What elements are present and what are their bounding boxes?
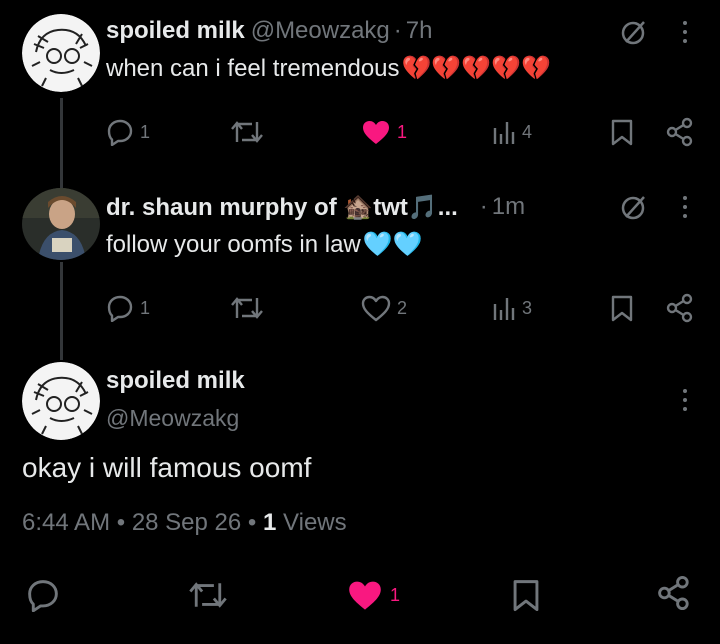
- avatar[interactable]: [22, 14, 100, 92]
- reply-icon: [28, 580, 58, 612]
- heart-icon: [361, 295, 391, 322]
- timestamp[interactable]: 7h: [406, 17, 433, 45]
- repost-icon: [231, 297, 263, 319]
- thread-line-2: [60, 262, 63, 360]
- more-icon[interactable]: [682, 196, 688, 218]
- bookmark-button[interactable]: [610, 117, 634, 147]
- bookmark-icon: [611, 119, 633, 146]
- share-icon: [666, 117, 693, 147]
- separator: ·: [393, 17, 402, 44]
- repost-button[interactable]: [230, 293, 264, 323]
- display-name[interactable]: spoiled milk: [106, 17, 245, 45]
- reply-count: 1: [140, 297, 151, 318]
- reply-count: 1: [140, 121, 151, 142]
- bullet: •: [247, 509, 257, 536]
- like-button[interactable]: 2: [361, 293, 407, 323]
- grok-icon[interactable]: [620, 18, 648, 51]
- display-name[interactable]: spoiled milk: [106, 367, 245, 395]
- reply-icon: [107, 295, 133, 322]
- post-text: okay i will famous oomf: [22, 452, 312, 483]
- views-count: 1: [263, 509, 277, 536]
- display-name[interactable]: dr. shaun murphy of 🏚️twt🎵...: [106, 193, 458, 222]
- bookmark-icon: [611, 295, 633, 322]
- user-handle[interactable]: @Meowzakg: [106, 405, 239, 432]
- post-text-body: when can i feel tremendous: [106, 55, 400, 82]
- repost-button[interactable]: [230, 117, 264, 147]
- post-header: dr. shaun murphy of 🏚️twt🎵... · 1m: [106, 192, 525, 222]
- repost-icon: [189, 582, 227, 608]
- post-meta: 6:44 AM • 28 Sep 26 • 1 Views: [22, 509, 347, 537]
- like-button[interactable]: 1: [346, 580, 400, 610]
- post-text: when can i feel tremendous💔💔💔💔💔: [106, 54, 551, 83]
- reply-button[interactable]: 1: [106, 117, 150, 147]
- avatar[interactable]: [22, 362, 100, 440]
- more-icon[interactable]: [682, 389, 688, 411]
- reply-button[interactable]: 1: [106, 293, 150, 323]
- reply-button[interactable]: [26, 580, 60, 612]
- more-icon[interactable]: [682, 21, 688, 43]
- broken-heart-emojis: 💔💔💔💔💔: [401, 55, 551, 82]
- grok-icon[interactable]: [620, 193, 648, 226]
- share-icon: [658, 575, 689, 611]
- views-count: 4: [522, 121, 533, 142]
- share-button[interactable]: [665, 293, 695, 323]
- share-icon: [666, 293, 693, 323]
- avatar[interactable]: [22, 188, 100, 260]
- views-label[interactable]: Views: [283, 509, 347, 536]
- like-count: 1: [390, 584, 401, 605]
- repost-icon: [231, 121, 263, 143]
- views-button[interactable]: 4: [492, 117, 532, 147]
- like-count: 2: [397, 297, 408, 318]
- heart-icon: [363, 121, 389, 144]
- separator: ·: [479, 193, 488, 220]
- post-text-body: follow your oomfs in law: [106, 231, 361, 258]
- post-text: follow your oomfs in law🩵🩵: [106, 230, 423, 259]
- like-button[interactable]: 1: [361, 117, 407, 147]
- bookmark-icon: [513, 580, 539, 612]
- thread-line-1: [60, 98, 63, 188]
- user-handle[interactable]: @Meowzakg: [251, 17, 390, 45]
- repost-button[interactable]: [188, 580, 228, 610]
- views-button[interactable]: 3: [492, 293, 532, 323]
- views-icon: [493, 122, 515, 144]
- views-icon: [493, 298, 515, 320]
- heart-icon: [349, 581, 381, 610]
- post-time[interactable]: 6:44 AM: [22, 509, 110, 536]
- post-header: spoiled milk @Meowzakg · 7h: [106, 16, 432, 46]
- views-count: 3: [522, 297, 533, 318]
- share-button[interactable]: [665, 117, 695, 147]
- bookmark-button[interactable]: [610, 293, 634, 323]
- blue-heart-emojis: 🩵🩵: [362, 231, 423, 258]
- post-date[interactable]: 28 Sep 26: [132, 509, 241, 536]
- bookmark-button[interactable]: [511, 580, 541, 612]
- reply-icon: [107, 119, 133, 146]
- timestamp[interactable]: 1m: [492, 193, 525, 221]
- bullet: •: [116, 509, 126, 536]
- like-count: 1: [397, 121, 408, 142]
- share-button[interactable]: [656, 575, 692, 611]
